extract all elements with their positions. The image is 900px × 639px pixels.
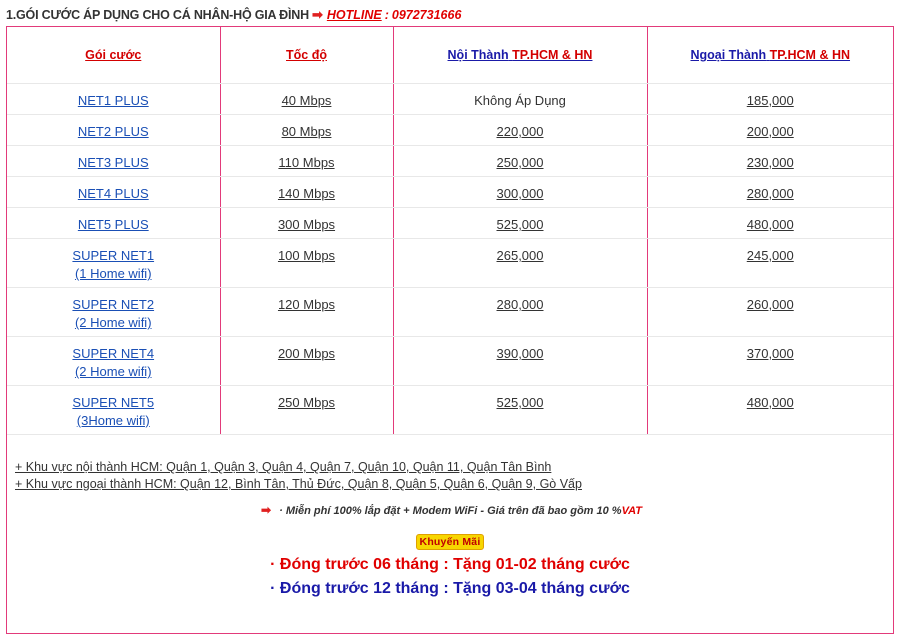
- promo-badge-wrap: Khuyến Mãi: [7, 532, 893, 550]
- outer-price: 200,000: [746, 124, 794, 139]
- hotline-number[interactable]: 0972731666: [392, 8, 462, 22]
- table-row: NET2 PLUS 80 Mbps 220,000 200,000: [7, 114, 893, 146]
- outer-price: 260,000: [746, 297, 794, 312]
- outer-area-text: + Khu vực ngoại thành HCM: Quận 12, Bình…: [15, 477, 582, 491]
- package-link[interactable]: NET1 PLUS: [78, 93, 149, 108]
- inner-price: 390,000: [496, 346, 544, 361]
- package-link[interactable]: SUPER NET4: [72, 346, 154, 361]
- hotline-link[interactable]: HOTLINE: [327, 8, 382, 22]
- table-header-row: Gói cước Tốc độ Nội Thành TP.HCM & HN Ng…: [7, 27, 893, 84]
- outer-price: 480,000: [746, 395, 794, 410]
- column-header-outer-city: Ngoại Thành TP.HCM & HN: [647, 27, 893, 84]
- pricing-table: Gói cước Tốc độ Nội Thành TP.HCM & HN Ng…: [7, 27, 893, 435]
- inner-price: 280,000: [496, 297, 544, 312]
- outer-price: 280,000: [746, 186, 794, 201]
- inner-price: 250,000: [496, 155, 544, 170]
- install-note-text: · Miễn phí 100% lắp đặt + Modem WiFi - G…: [279, 505, 622, 517]
- inner-price: 220,000: [496, 124, 544, 139]
- inner-area-text: + Khu vực nội thành HCM: Quận 1, Quận 3,…: [15, 460, 552, 474]
- speed-value: 80 Mbps: [281, 124, 332, 139]
- promo-line-12-months: · Đóng trước 12 tháng : Tặng 03-04 tháng…: [270, 580, 630, 597]
- table-row: SUPER NET1 (1 Home wifi) 100 Mbps 265,000…: [7, 238, 893, 288]
- hotline-separator: :: [384, 8, 389, 22]
- package-link[interactable]: NET3 PLUS: [78, 155, 149, 170]
- package-link[interactable]: SUPER NET1: [72, 248, 154, 263]
- package-link[interactable]: NET4 PLUS: [78, 186, 149, 201]
- package-link[interactable]: SUPER NET5: [72, 395, 154, 410]
- speed-value: 300 Mbps: [277, 217, 336, 232]
- inner-price: 265,000: [496, 248, 544, 263]
- speed-value: 200 Mbps: [277, 346, 336, 361]
- column-header-speed: Tốc độ: [220, 27, 394, 84]
- column-header-package: Gói cước: [7, 27, 221, 84]
- arrow-right-icon: ➡: [261, 503, 272, 517]
- speed-value: 140 Mbps: [277, 186, 336, 201]
- speed-value: 250 Mbps: [277, 395, 336, 410]
- inner-price: 525,000: [496, 217, 544, 232]
- vat-label: VAT: [621, 505, 642, 517]
- package-subtitle[interactable]: (1 Home wifi): [75, 266, 152, 281]
- package-link[interactable]: NET2 PLUS: [78, 124, 149, 139]
- section-title: 1.GÓI CƯỚC ÁP DỤNG CHO CÁ NHÂN-HỘ GIA ĐÌ…: [6, 8, 309, 22]
- page-header: 1.GÓI CƯỚC ÁP DỤNG CHO CÁ NHÂN-HỘ GIA ĐÌ…: [6, 6, 461, 24]
- column-header-inner-city: Nội Thành TP.HCM & HN: [393, 27, 648, 84]
- table-row: NET4 PLUS 140 Mbps 300,000 280,000: [7, 176, 893, 208]
- outer-price: 185,000: [746, 93, 794, 108]
- outer-price: 480,000: [746, 217, 794, 232]
- table-row: SUPER NET5 (3Home wifi) 250 Mbps 525,000…: [7, 385, 893, 435]
- table-row: NET3 PLUS 110 Mbps 250,000 230,000: [7, 145, 893, 177]
- inner-price: 525,000: [496, 395, 544, 410]
- outer-price: 230,000: [746, 155, 794, 170]
- package-subtitle[interactable]: (2 Home wifi): [75, 364, 152, 379]
- install-note: ➡ · Miễn phí 100% lắp đặt + Modem WiFi - …: [7, 503, 893, 517]
- table-row: SUPER NET4 (2 Home wifi) 200 Mbps 390,000…: [7, 336, 893, 386]
- promo-badge: Khuyến Mãi: [415, 534, 485, 550]
- speed-value: 40 Mbps: [281, 93, 332, 108]
- speed-value: 120 Mbps: [277, 297, 336, 312]
- speed-value: 110 Mbps: [278, 155, 335, 170]
- outer-price: 370,000: [746, 346, 794, 361]
- package-subtitle[interactable]: (3Home wifi): [77, 413, 150, 428]
- package-subtitle[interactable]: (2 Home wifi): [75, 315, 152, 330]
- table-row: NET1 PLUS 40 Mbps Không Áp Dụng 185,000: [7, 83, 893, 115]
- outer-price: 245,000: [746, 248, 794, 263]
- pricing-panel: Gói cước Tốc độ Nội Thành TP.HCM & HN Ng…: [6, 26, 894, 634]
- promo-line-6-months: · Đóng trước 06 tháng : Tặng 01-02 tháng…: [270, 556, 630, 573]
- inner-price: Không Áp Dụng: [474, 93, 566, 108]
- table-row: SUPER NET2 (2 Home wifi) 120 Mbps 280,000…: [7, 287, 893, 337]
- speed-value: 100 Mbps: [277, 248, 336, 263]
- package-link[interactable]: NET5 PLUS: [78, 217, 149, 232]
- inner-price: 300,000: [496, 186, 544, 201]
- table-row: NET5 PLUS 300 Mbps 525,000 480,000: [7, 207, 893, 239]
- arrow-right-icon: ➡: [311, 7, 323, 22]
- package-link[interactable]: SUPER NET2: [72, 297, 154, 312]
- service-areas: + Khu vực nội thành HCM: Quận 1, Quận 3,…: [15, 459, 582, 493]
